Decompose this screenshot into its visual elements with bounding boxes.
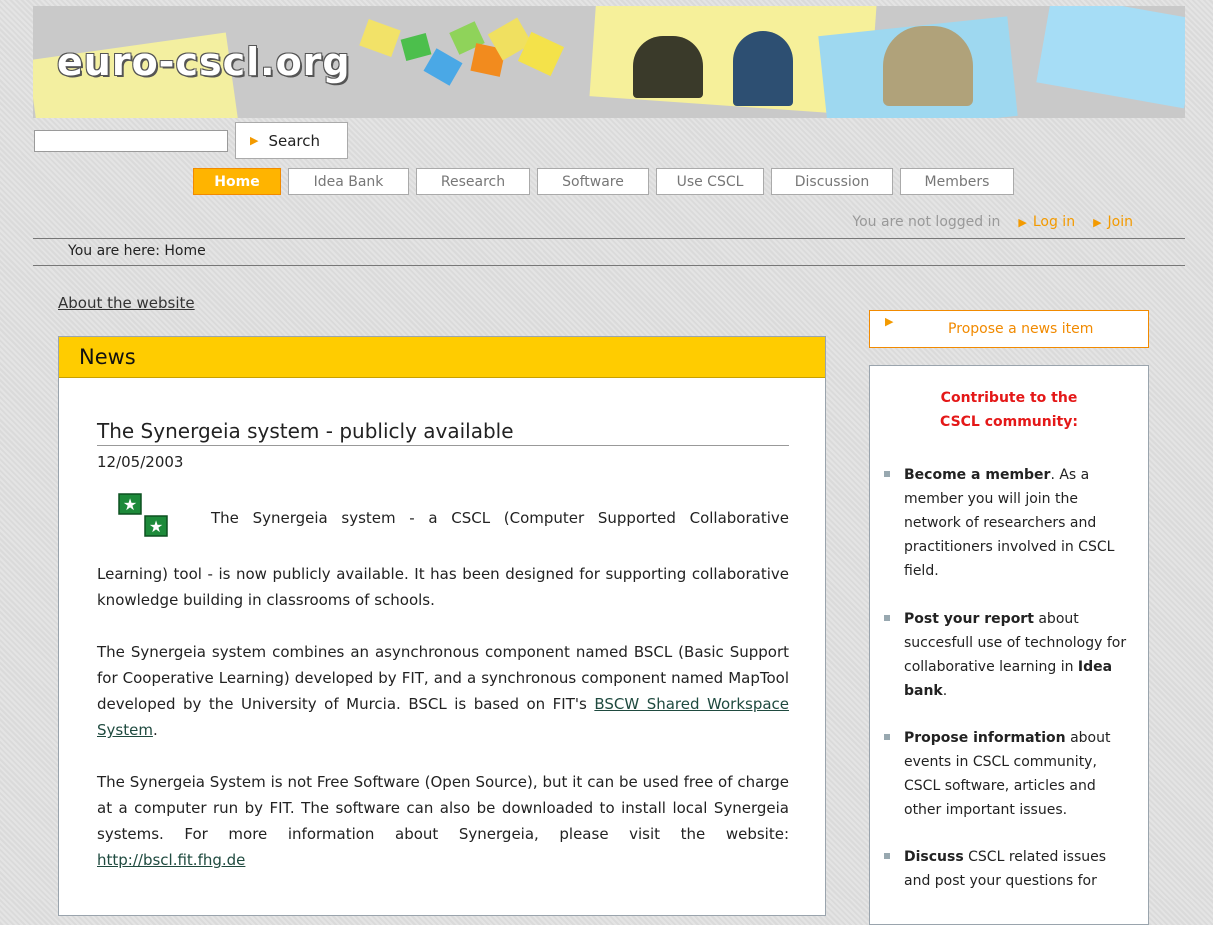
paragraph-text: The Synergeia System is not Free Softwar… [97, 773, 789, 843]
login-status-text: You are not logged in [852, 214, 1001, 230]
login-link-label: Log in [1032, 214, 1076, 230]
item-text: . [942, 683, 948, 699]
list-item: Post your report about succesfull use of… [884, 607, 1134, 703]
news-heading: News [59, 337, 825, 378]
divider [33, 238, 1185, 239]
svg-text:★: ★ [123, 495, 137, 514]
site-banner: euro-cscl.org [33, 6, 1185, 118]
synergeia-website-link[interactable]: http://bscl.fit.fhg.de [97, 851, 245, 869]
news-panel: News The Synergeia system - publicly ava… [58, 336, 826, 916]
banner-decoration [359, 19, 401, 57]
site-logo[interactable]: euro-cscl.org [57, 40, 351, 84]
tab-discussion[interactable]: Discussion [771, 168, 893, 195]
login-link[interactable]: ▶ Log in [1018, 214, 1075, 230]
divider [33, 265, 1185, 266]
banner-decoration [400, 33, 432, 61]
login-status-bar: You are not logged in ▶ Log in ▶ Join [852, 214, 1133, 230]
list-item: Propose information about events in CSCL… [884, 726, 1134, 822]
main-nav: Home Idea Bank Research Software Use CSC… [193, 168, 1014, 195]
bullet-square-icon [884, 471, 890, 477]
item-bold-text[interactable]: Post your report [904, 611, 1034, 627]
banner-decoration [1036, 6, 1185, 109]
bullet-square-icon [884, 734, 890, 740]
article-title: The Synergeia system - publicly availabl… [97, 419, 789, 446]
tab-label: Idea Bank [313, 173, 384, 190]
tab-idea-bank[interactable]: Idea Bank [288, 168, 409, 195]
tab-label: Use CSCL [676, 173, 744, 190]
svg-text:★: ★ [149, 517, 163, 536]
article-paragraph-lead: The Synergeia system - a CSCL (Computer … [211, 509, 789, 527]
tab-software[interactable]: Software [537, 168, 649, 195]
arrow-bullet-icon: ▶ [1093, 216, 1102, 229]
arrow-bullet-icon: ▶ [1018, 216, 1027, 229]
propose-news-label: Propose a news item [948, 321, 1094, 337]
search-button[interactable]: ▶ Search [235, 122, 348, 159]
contribute-panel: Contribute to the CSCL community: Become… [869, 365, 1149, 925]
item-bold-text[interactable]: Discuss [904, 849, 964, 865]
list-item: Become a member. As a member you will jo… [884, 463, 1134, 583]
contribute-title: Contribute to the CSCL community: [940, 390, 1078, 430]
item-text: . As a member you will join the network … [904, 467, 1115, 579]
arrow-bullet-icon: ▶ [250, 134, 259, 147]
tab-label: Members [924, 173, 990, 190]
article-paragraph: The Synergeia system combines an asynchr… [97, 639, 789, 743]
tab-use-cscl[interactable]: Use CSCL [656, 168, 764, 195]
arrow-bullet-icon: ▶ [885, 314, 894, 328]
list-item: Discuss CSCL related issues and post you… [884, 845, 1134, 893]
tab-label: Research [440, 173, 506, 190]
article-date: 12/05/2003 [97, 453, 184, 471]
tab-label: Home [214, 173, 260, 190]
join-link-label: Join [1107, 214, 1133, 230]
join-link[interactable]: ▶ Join [1093, 214, 1133, 230]
tab-label: Software [562, 173, 624, 190]
search-button-label: Search [268, 131, 321, 150]
synergeia-app-icon: ★ ★ [118, 493, 168, 537]
banner-photo-people [733, 31, 793, 106]
search-input[interactable] [34, 130, 228, 152]
item-bold-text[interactable]: Propose information [904, 730, 1066, 746]
paragraph-text: . [152, 721, 158, 739]
tab-research[interactable]: Research [416, 168, 530, 195]
tab-members[interactable]: Members [900, 168, 1014, 195]
item-bold-text[interactable]: Become a member [904, 467, 1050, 483]
bullet-square-icon [884, 615, 890, 621]
tab-home[interactable]: Home [193, 168, 281, 195]
about-website-link[interactable]: About the website [58, 294, 195, 312]
bullet-square-icon [884, 853, 890, 859]
banner-photo-people [883, 26, 973, 106]
propose-news-button[interactable]: ▶ Propose a news item [869, 310, 1149, 348]
article-paragraph: Learning) tool - is now publicly availab… [97, 565, 789, 609]
banner-photo-people [633, 36, 703, 98]
tab-label: Discussion [794, 173, 870, 190]
breadcrumb: You are here: Home [68, 243, 206, 259]
article-paragraph: The Synergeia System is not Free Softwar… [97, 769, 789, 873]
